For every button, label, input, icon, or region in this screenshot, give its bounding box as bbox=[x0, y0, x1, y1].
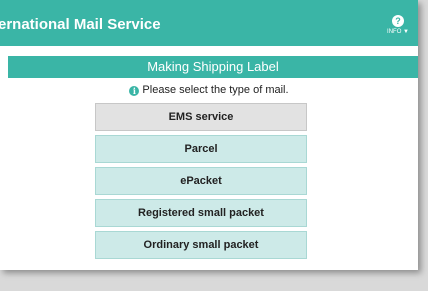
instruction-text: Please select the type of mail. bbox=[142, 84, 289, 96]
option-parcel[interactable]: Parcel bbox=[95, 135, 307, 163]
info-button[interactable]: ? INFO ▼ bbox=[386, 15, 410, 41]
header-bar: ernational Mail Service ? INFO ▼ bbox=[0, 0, 418, 46]
app-window: ernational Mail Service ? INFO ▼ Making … bbox=[0, 0, 418, 270]
option-epacket[interactable]: ePacket bbox=[95, 167, 307, 195]
mail-type-options: EMS service Parcel ePacket Registered sm… bbox=[95, 103, 307, 263]
info-label: INFO ▼ bbox=[387, 29, 409, 35]
option-registered-small-packet[interactable]: Registered small packet bbox=[95, 199, 307, 227]
option-ems-service[interactable]: EMS service bbox=[95, 103, 307, 131]
instruction: i Please select the type of mail. bbox=[0, 84, 418, 96]
info-icon: i bbox=[129, 86, 140, 96]
option-ordinary-small-packet[interactable]: Ordinary small packet bbox=[95, 231, 307, 259]
section-title: Making Shipping Label bbox=[8, 56, 418, 78]
question-mark-icon: ? bbox=[392, 15, 404, 27]
app-title: ernational Mail Service bbox=[0, 16, 161, 33]
